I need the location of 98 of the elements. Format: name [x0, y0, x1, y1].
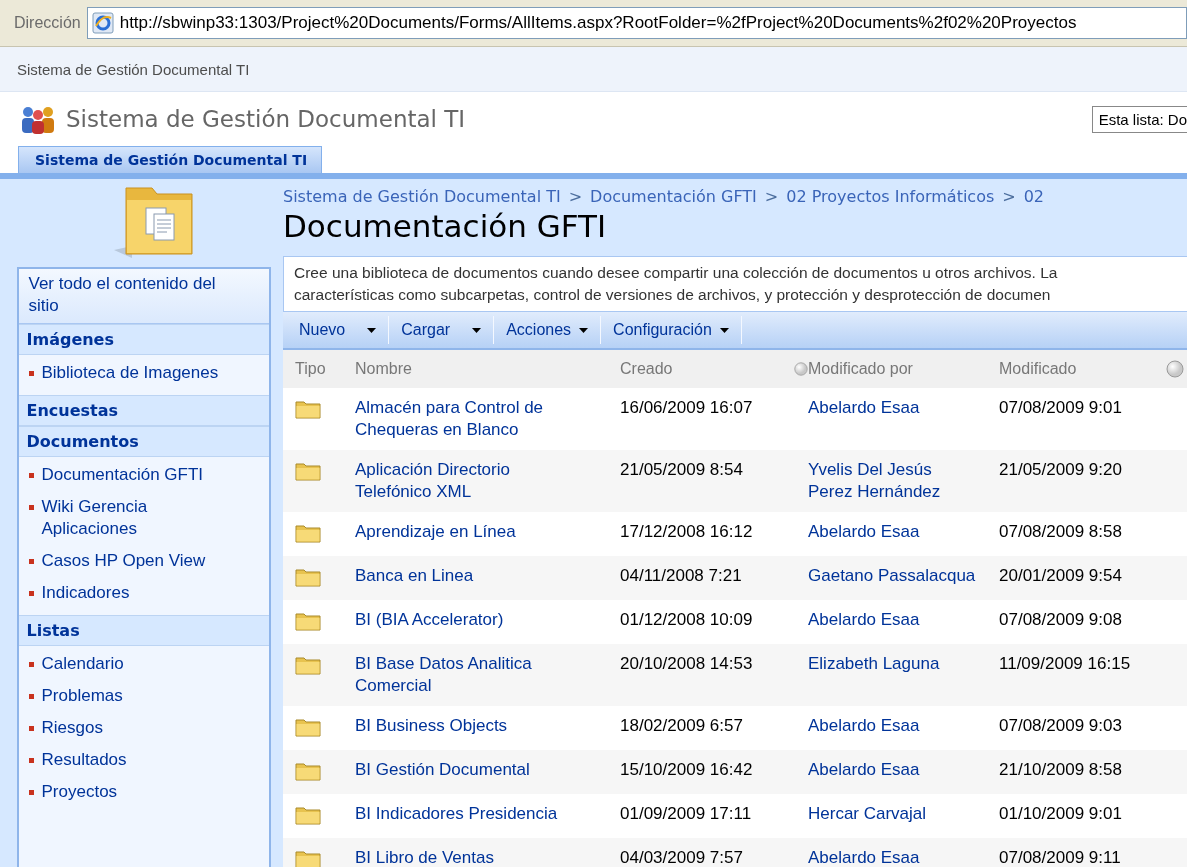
toolbar-menu-button[interactable]: Cargar — [389, 316, 495, 344]
modified-cell-text: 01/10/2009 9:01 — [999, 803, 1123, 825]
created-cell-text: 20/10/2008 14:53 — [620, 653, 754, 675]
created-cell-text: 01/12/2008 10:09 — [620, 609, 754, 631]
page-icon — [91, 12, 114, 34]
toolbar-menu-button[interactable]: Configuración — [601, 316, 742, 344]
created-cell-text: 04/11/2008 7:21 — [620, 565, 743, 587]
toolbar-menu-button[interactable]: Acciones — [494, 316, 602, 344]
folder-icon — [295, 805, 321, 825]
folder-name-link[interactable]: BI Indicadores Presidencia — [355, 803, 558, 825]
caret-icon — [719, 327, 729, 333]
column-header[interactable]: Creado — [620, 360, 788, 378]
breadcrumb-link[interactable]: Sistema de Gestión Documental TI — [283, 187, 561, 206]
modified-cell-text: 07/08/2009 9:01 — [999, 397, 1123, 419]
modified-cell-text: 11/09/2009 16:15 — [999, 653, 1132, 675]
nav-item[interactable]: Riesgos — [18, 714, 269, 742]
folder-name-link[interactable]: Almacén para Control de Chequeras en Blanco — [355, 397, 580, 441]
folder-icon — [295, 611, 321, 631]
modified-cell-text: 20/01/2009 9:54 — [999, 565, 1123, 587]
modified-cell-text: 07/08/2009 8:58 — [999, 521, 1123, 543]
folder-name-link[interactable]: BI Business Objects — [355, 715, 508, 737]
people-logo-icon — [20, 104, 56, 134]
modified-cell-text: 21/10/2009 8:58 — [999, 759, 1123, 781]
user-link[interactable]: Abelardo Esaa — [808, 521, 920, 543]
modified-cell-text: 07/08/2009 9:08 — [999, 609, 1123, 631]
folder-name-link[interactable]: Aplicación Directorio Telefónico XML — [355, 459, 580, 503]
breadcrumb-divider-text: > — [764, 187, 779, 206]
nav-item[interactable]: Proyectos — [18, 778, 269, 806]
breadcrumb-link[interactable]: Documentación GFTI — [590, 187, 757, 206]
folder-icon — [295, 461, 321, 481]
modified-cell-text: 21/05/2009 9:20 — [999, 459, 1123, 481]
status-icon — [794, 360, 808, 378]
folder-name-link[interactable]: BI Base Datos Analitica Comercial — [355, 653, 580, 697]
caret-icon — [472, 327, 482, 333]
column-header[interactable]: Nombre — [355, 360, 620, 378]
folder-icon — [295, 523, 321, 543]
nav-item[interactable]: Problemas — [18, 682, 269, 710]
folder-icon — [295, 399, 321, 419]
page-title: Documentación GFTI — [283, 207, 608, 246]
breadcrumb-divider-text: > — [568, 187, 583, 206]
column-header[interactable]: Modificado por — [808, 360, 999, 378]
caret-icon — [579, 327, 589, 333]
user-link[interactable]: Yvelis Del Jesús Perez Hernández — [808, 459, 980, 503]
nav-item[interactable]: Calendario — [18, 650, 269, 678]
user-link[interactable]: Abelardo Esaa — [808, 715, 920, 737]
description-text: características como subcarpetas, control de versiones de archivos, y protección y desprotección de documen — [294, 285, 1052, 305]
column-header[interactable]: Modificado — [999, 360, 1166, 378]
created-cell-text: 15/10/2009 16:42 — [620, 759, 754, 781]
user-link[interactable]: Elizabeth Laguna — [808, 653, 940, 675]
user-link[interactable]: Gaetano Passalacqua — [808, 565, 976, 587]
folder-name-link[interactable]: Aprendizaje en Línea — [355, 521, 516, 543]
status-icon — [1166, 360, 1184, 378]
search-scope-select[interactable]: Esta lista: Do — [1091, 105, 1187, 133]
user-link[interactable]: Abelardo Esaa — [808, 397, 920, 419]
nav-item[interactable]: Documentación GFTI — [18, 461, 269, 489]
nav-item[interactable]: Resultados — [18, 746, 269, 774]
address-label: Dirección — [14, 14, 81, 32]
url-text: http://sbwinp33:1303/Project%20Documents/Forms/AllItems.aspx?RootFolder=%2fProject%20Documents%2f02%20Proyectos — [119, 13, 1077, 33]
created-cell-text: 17/12/2008 16:12 — [620, 521, 754, 543]
user-link[interactable]: Hercar Carvajal — [808, 803, 927, 825]
toolbar-menu-button[interactable]: Nuevo — [287, 316, 390, 344]
user-link[interactable]: Abelardo Esaa — [808, 847, 920, 867]
nav-item[interactable]: Wiki Gerencia Aplicaciones — [18, 493, 269, 543]
folder-name-link[interactable]: BI Libro de Ventas — [355, 847, 494, 867]
site-tab[interactable]: Sistema de Gestión Documental TI — [18, 146, 323, 173]
description-text: Cree una biblioteca de documentos cuando desee compartir una colección de documentos u otros archivos. La — [294, 263, 1059, 283]
folder-icon — [295, 849, 321, 867]
site-title-link[interactable]: Sistema de Gestión Documental TI — [17, 60, 250, 78]
breadcrumb-link[interactable]: 02 Proyectos Informáticos — [786, 187, 995, 206]
created-cell-text: 21/05/2009 8:54 — [620, 459, 744, 481]
caret-icon — [367, 327, 377, 333]
folder-name-link[interactable]: BI Gestión Documental — [355, 759, 530, 781]
modified-cell-text: 07/08/2009 9:03 — [999, 715, 1123, 737]
user-link[interactable]: Abelardo Esaa — [808, 609, 920, 631]
folder-icon — [295, 761, 321, 781]
nav-item[interactable]: Casos HP Open View — [18, 547, 269, 575]
nav-heading[interactable]: Documentos — [18, 426, 269, 457]
folder-icon — [295, 655, 321, 675]
folder-name-link[interactable]: Banca en Linea — [355, 565, 474, 587]
created-cell-text: 16/06/2009 16:07 — [620, 397, 754, 419]
nav-item[interactable]: Indicadores — [18, 579, 269, 607]
breadcrumb-divider-text: > — [1002, 187, 1016, 206]
nav-heading[interactable]: Imágenes — [18, 324, 269, 355]
folder-icon — [295, 717, 321, 737]
user-link[interactable]: Abelardo Esaa — [808, 759, 920, 781]
folder-name-link[interactable]: BI (BIA Accelerator) — [355, 609, 504, 631]
site-name: Sistema de Gestión Documental TI — [66, 106, 466, 132]
nav-heading[interactable]: Listas — [18, 615, 269, 646]
breadcrumb-link[interactable]: 02 — [1023, 187, 1045, 206]
nav-item[interactable]: Biblioteca de Imagenes — [18, 359, 269, 387]
folder-icon — [295, 567, 321, 587]
created-cell-text: 01/09/2009 17:11 — [620, 803, 753, 825]
nav-heading[interactable]: Encuestas — [18, 395, 269, 426]
created-cell-text: 04/03/2009 7:57 — [620, 847, 744, 867]
modified-cell-text: 07/08/2009 9:11 — [999, 847, 1122, 867]
column-header[interactable]: Tipo — [283, 360, 355, 378]
created-cell-text: 18/02/2009 6:57 — [620, 715, 744, 737]
address-field[interactable]: http://sbwinp33:1303/Project%20Documents/Forms/AllItems.aspx?RootFolder=%2fProject%20Documents%2f02%20Proyectos — [86, 7, 1187, 39]
